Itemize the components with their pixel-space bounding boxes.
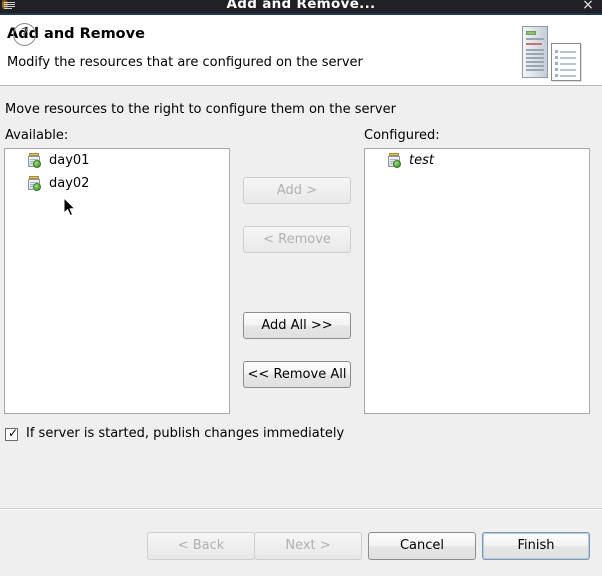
server-and-document-icon (518, 26, 588, 83)
list-item-label: test (409, 153, 434, 168)
list-item[interactable]: day02 (27, 172, 229, 195)
dialog-body: Move resources to the right to configure… (0, 86, 602, 508)
available-label: Available: (5, 128, 69, 143)
add-and-remove-dialog: Add and Remove... × Add and Remove Modif… (0, 0, 602, 576)
project-module-icon (387, 153, 402, 168)
list-item[interactable]: day01 (27, 149, 229, 172)
cancel-button[interactable]: Cancel (368, 532, 476, 560)
configured-label: Configured: (364, 128, 440, 143)
instruction-text: Move resources to the right to configure… (5, 102, 396, 117)
back-button[interactable]: < Back (147, 532, 255, 560)
project-module-icon (27, 176, 42, 191)
publish-immediately-label: If server is started, publish changes im… (26, 426, 345, 441)
next-button[interactable]: Next > (254, 532, 362, 560)
finish-button[interactable]: Finish (482, 532, 590, 560)
list-item[interactable]: test (387, 149, 589, 172)
close-icon[interactable]: × (580, 0, 596, 13)
add-all-button[interactable]: Add All >> (243, 312, 351, 339)
window-title: Add and Remove... (226, 0, 376, 12)
publish-immediately-checkbox[interactable]: ✓ (5, 426, 19, 441)
list-item-label: day01 (49, 153, 90, 168)
add-button[interactable]: Add > (243, 177, 351, 204)
check-icon: ✓ (8, 426, 19, 440)
list-item-label: day02 (49, 176, 90, 191)
dialog-header: Add and Remove Modify the resources that… (0, 15, 602, 86)
configured-resources-list[interactable]: test (364, 148, 590, 414)
remove-all-button[interactable]: << Remove All (243, 361, 351, 388)
help-icon[interactable]: ? (13, 23, 36, 46)
available-resources-list[interactable]: day01 day02 (4, 148, 230, 414)
project-module-icon (27, 153, 42, 168)
remove-button[interactable]: < Remove (243, 226, 351, 253)
page-description: Modify the resources that are configured… (7, 55, 363, 70)
